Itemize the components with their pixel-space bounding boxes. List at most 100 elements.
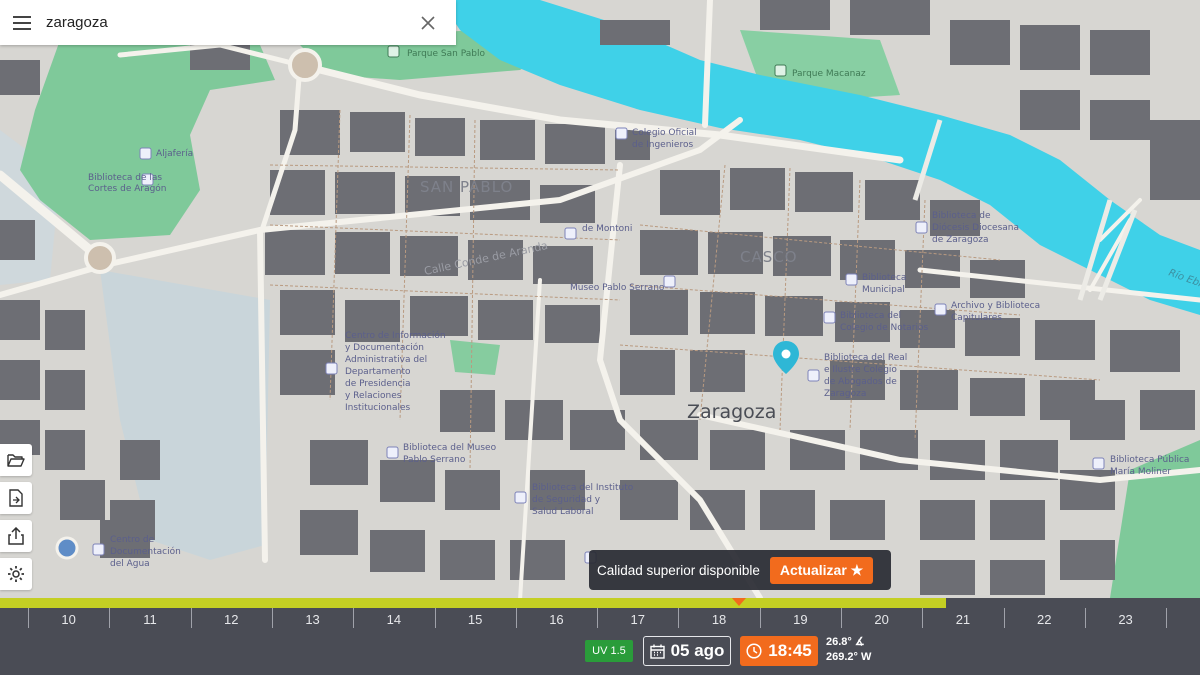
label-archivo-capitulares: Archivo y Biblioteca <box>951 301 1040 311</box>
search-input[interactable] <box>44 0 414 45</box>
hour-label[interactable]: 11 <box>130 612 170 627</box>
label-biblioteca-museo: Biblioteca del Museo <box>403 443 497 453</box>
hour-tick <box>109 608 111 628</box>
clock-icon <box>746 643 762 659</box>
label-centro-info-3: Administrativa del <box>345 355 427 365</box>
label-colegio-notarios: Biblioteca del <box>840 311 901 321</box>
hamburger-icon[interactable] <box>0 0 44 45</box>
map-canvas[interactable]: Parque San Pablo Parque Macanaz Bibliote… <box>0 0 1200 598</box>
hour-label[interactable]: 15 <box>455 612 495 627</box>
label-biblioteca-municipal-2: Municipal <box>862 285 905 295</box>
park-area <box>450 340 500 375</box>
label-instituto-seguridad: Biblioteca del Instituto <box>532 483 634 493</box>
gear-icon[interactable] <box>0 558 32 590</box>
label-maria-moliner: Biblioteca Pública <box>1110 455 1189 465</box>
roundabout <box>55 536 79 560</box>
hour-tick <box>271 608 273 628</box>
app-root: Parque San Pablo Parque Macanaz Bibliote… <box>0 0 1200 675</box>
hour-label[interactable]: 13 <box>293 612 333 627</box>
time-value: 18:45 <box>768 641 812 660</box>
label-instituto-seguridad-3: Salud Laboral <box>532 507 593 517</box>
label-san-pablo: SAN PABLO <box>420 178 513 196</box>
hour-label[interactable]: 21 <box>943 612 983 627</box>
hour-tick <box>1084 608 1086 628</box>
time-marker[interactable] <box>732 598 747 606</box>
label-instituto-seguridad-2: de Seguridad y <box>532 495 601 505</box>
label-colegio-abogados: Biblioteca del Real <box>824 353 907 363</box>
label-centro-info-6: y Relaciones <box>345 391 402 401</box>
label-colegio-ingenieros-2: de Ingenieros <box>632 140 693 150</box>
hour-label[interactable]: 10 <box>49 612 89 627</box>
label-cortes-aragon-2: Cortes de Aragón <box>88 183 167 194</box>
label-casco: CASCO <box>740 248 798 266</box>
date-value: 05 ago <box>670 641 725 660</box>
label-biblioteca-diocesis-2: Diócesis Diocesana <box>932 222 1019 233</box>
label-museo-pablo-serrano: Museo Pablo Serrano <box>570 283 665 293</box>
hour-tick <box>1003 608 1005 628</box>
hour-tick <box>678 608 680 628</box>
upgrade-text: Calidad superior disponible <box>597 562 760 578</box>
hour-tick <box>515 608 517 628</box>
sun-position: 26.8° ∡ 269.2° W <box>826 635 871 665</box>
hour-label[interactable]: 14 <box>374 612 414 627</box>
label-biblioteca-diocesis: Biblioteca de <box>932 211 991 221</box>
hour-label[interactable]: 22 <box>1024 612 1064 627</box>
label-biblioteca-diocesis-3: de Zaragoza <box>932 235 988 245</box>
hour-tick <box>922 608 924 628</box>
label-colegio-abogados-4: Zaragoza <box>824 389 866 399</box>
hour-tick <box>597 608 599 628</box>
label-centro-agua: Centro de <box>110 535 155 545</box>
label-centro-agua-3: del Agua <box>110 559 150 569</box>
sun-azimuth: 269.2° W <box>826 651 872 663</box>
label-biblioteca-municipal: Biblioteca <box>862 273 906 283</box>
sun-altitude: 26.8° ∡ <box>826 636 865 648</box>
label-colegio-notarios-2: Colegio de Notarios <box>840 323 929 333</box>
hour-label[interactable]: 16 <box>536 612 576 627</box>
folder-open-icon[interactable] <box>0 444 32 476</box>
label-centro-info-2: y Documentación <box>345 342 424 353</box>
label-colegio-abogados-2: e Ilustre Colegio <box>824 365 897 375</box>
hour-tick <box>1166 608 1168 628</box>
calendar-icon <box>649 644 665 659</box>
label-montoni: de Montoni <box>582 224 632 234</box>
label-centro-info: Centro de Información <box>345 330 446 341</box>
label-biblioteca-museo-2: Pablo Serrano <box>403 455 466 465</box>
label-cortes-aragon: Biblioteca de las <box>88 173 162 183</box>
hour-label[interactable]: 18 <box>699 612 739 627</box>
label-zaragoza: Zaragoza <box>687 401 776 423</box>
hour-tick <box>353 608 355 628</box>
time-controls: UV 1.5 05 ago 18:45 26.8° ∡ 269.2° W <box>0 635 1200 669</box>
uv-index-badge: UV 1.5 <box>585 640 633 662</box>
hour-tick <box>759 608 761 628</box>
search-bar <box>0 0 456 45</box>
label-centro-agua-2: Documentación <box>110 546 181 557</box>
label-archivo-capitulares-2: Capitulares <box>951 313 1002 323</box>
hour-label[interactable]: 20 <box>862 612 902 627</box>
roundabout <box>288 48 322 82</box>
timeline-panel: 10 11 12 13 14 15 16 17 18 19 20 21 22 23 UV 1.5 05 a… <box>0 598 1200 675</box>
timeline-track[interactable] <box>0 598 1200 608</box>
export-file-icon[interactable] <box>0 482 32 514</box>
hour-label[interactable]: 17 <box>618 612 658 627</box>
label-aljaferia: Aljafería <box>156 149 193 159</box>
hour-tick <box>434 608 436 628</box>
close-icon[interactable] <box>414 9 442 37</box>
label-colegio-ingenieros: Colegio Oficial <box>632 128 697 138</box>
label-colegio-abogados-3: de Abogados de <box>824 377 897 387</box>
hour-tick <box>841 608 842 628</box>
hour-tick <box>190 608 192 628</box>
timeline-progress <box>0 598 946 608</box>
label-maria-moliner-2: María Moliner <box>1110 467 1171 477</box>
label-parque-macanaz: Parque Macanaz <box>792 69 866 79</box>
roundabout <box>84 242 116 274</box>
hour-label[interactable]: 19 <box>780 612 820 627</box>
date-picker[interactable]: 05 ago <box>643 636 731 666</box>
label-parque-san-pablo: Parque San Pablo <box>407 49 485 59</box>
hour-label[interactable]: 12 <box>211 612 251 627</box>
share-icon[interactable] <box>0 520 32 552</box>
hour-label[interactable]: 23 <box>1106 612 1146 627</box>
hour-scale[interactable]: 10 11 12 13 14 15 16 17 18 19 20 21 22 23 <box>0 608 1200 628</box>
upgrade-banner: Calidad superior disponible Actualizar ★ <box>589 550 891 590</box>
time-picker[interactable]: 18:45 <box>740 636 818 666</box>
upgrade-button[interactable]: Actualizar ★ <box>769 556 874 584</box>
